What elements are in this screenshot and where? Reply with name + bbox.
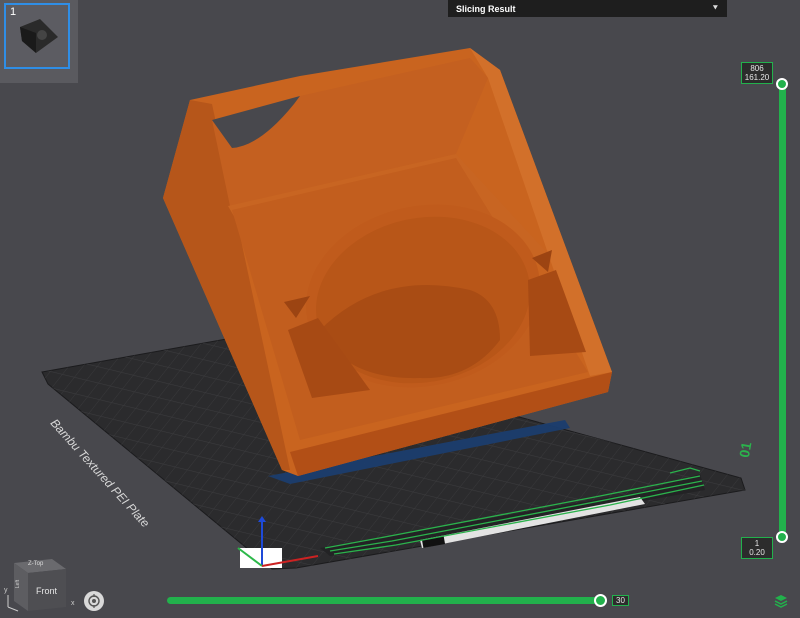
orient-icon[interactable] xyxy=(84,591,104,611)
layer-bottom-number: 1 xyxy=(754,539,760,548)
3d-viewport[interactable] xyxy=(0,0,800,613)
plate-index: 1 xyxy=(10,6,17,18)
chevron-double-down-icon[interactable]: ⯆ xyxy=(712,4,719,13)
layer-top-label: 806 161.20 xyxy=(741,62,773,84)
slicing-result-panel[interactable]: Slicing Result ⯆ xyxy=(448,0,727,17)
orient-glyph-icon xyxy=(88,594,100,608)
layer-slider-top-handle[interactable] xyxy=(776,78,788,90)
view-cube-top-face[interactable]: Z-Top xyxy=(28,561,43,567)
scene-render xyxy=(41,48,746,570)
view-cube-side-face[interactable]: Left xyxy=(15,580,21,588)
layer-slider-bottom-handle[interactable] xyxy=(776,531,788,543)
plate-thumbnail[interactable]: 1 xyxy=(0,0,78,83)
view-cube[interactable]: Z-Top Front Left y x xyxy=(0,555,75,613)
move-slider-value: 30 xyxy=(612,595,629,606)
move-slider-handle[interactable] xyxy=(594,594,607,607)
layers-glyph-icon xyxy=(774,595,788,608)
move-slider-track[interactable] xyxy=(167,597,607,604)
layer-slider-track[interactable] xyxy=(779,80,786,540)
plate-number: 01 xyxy=(736,440,755,459)
layer-top-height: 161.20 xyxy=(744,73,770,82)
layer-top-number: 806 xyxy=(750,64,764,73)
layer-bottom-label: 1 0.20 xyxy=(741,537,773,559)
view-cube-front-face[interactable]: Front xyxy=(36,586,57,596)
axis-x-label: x xyxy=(71,600,75,607)
slicing-result-title: Slicing Result xyxy=(456,3,516,14)
layers-icon[interactable] xyxy=(774,594,788,608)
axis-y-label: y xyxy=(4,587,8,594)
layer-bottom-height: 0.20 xyxy=(749,548,765,557)
